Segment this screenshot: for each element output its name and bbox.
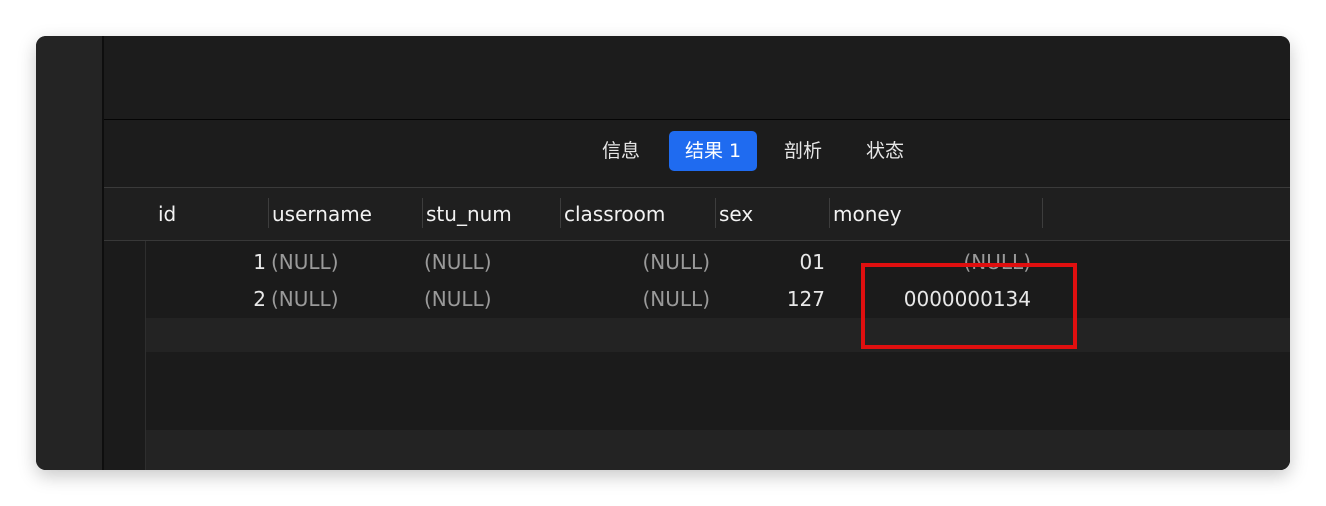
tab-result-1[interactable]: 结果 1: [669, 131, 758, 171]
cell-money[interactable]: 0000000134: [836, 281, 1031, 318]
column-header-classroom[interactable]: classroom: [560, 188, 714, 240]
cell-id[interactable]: 2: [146, 281, 266, 318]
cell-stu-num[interactable]: (NULL): [424, 244, 554, 281]
cell-sex[interactable]: 127: [715, 281, 825, 318]
column-separator[interactable]: [1042, 198, 1043, 228]
column-header-stu-num[interactable]: stu_num: [422, 188, 558, 240]
column-header-sex[interactable]: sex: [715, 188, 827, 240]
tab-info[interactable]: 信息: [586, 131, 656, 171]
empty-row: [146, 430, 1290, 470]
left-gutter: [36, 36, 104, 470]
cell-classroom[interactable]: (NULL): [560, 281, 711, 318]
column-header-money[interactable]: money: [829, 188, 1041, 240]
cell-username[interactable]: (NULL): [271, 281, 411, 318]
tab-profile[interactable]: 剖析: [768, 131, 838, 171]
result-tab-bar: 信息 结果 1 剖析 状态: [104, 120, 1290, 188]
tab-status[interactable]: 状态: [850, 131, 920, 171]
cell-id[interactable]: 1: [146, 244, 266, 281]
cell-username[interactable]: (NULL): [271, 244, 411, 281]
table-row[interactable]: 2 (NULL) (NULL) (NULL) 127 0000000134: [146, 281, 1290, 318]
cell-money[interactable]: (NULL): [836, 244, 1032, 281]
empty-row: [146, 318, 1290, 352]
column-header-id[interactable]: id: [154, 188, 264, 240]
table-row[interactable]: 1 (NULL) (NULL) (NULL) 01 (NULL): [146, 244, 1290, 281]
cell-classroom[interactable]: (NULL): [560, 244, 711, 281]
grid-header: id username stu_num classroom sex money: [104, 188, 1290, 241]
query-editor-pane[interactable]: [104, 36, 1290, 120]
query-result-window: 信息 结果 1 剖析 状态 id username stu_num classr…: [36, 36, 1290, 470]
cell-stu-num[interactable]: (NULL): [424, 281, 554, 318]
cell-sex[interactable]: 01: [715, 244, 825, 281]
result-grid[interactable]: id username stu_num classroom sex money …: [104, 188, 1290, 470]
column-header-username[interactable]: username: [268, 188, 418, 240]
